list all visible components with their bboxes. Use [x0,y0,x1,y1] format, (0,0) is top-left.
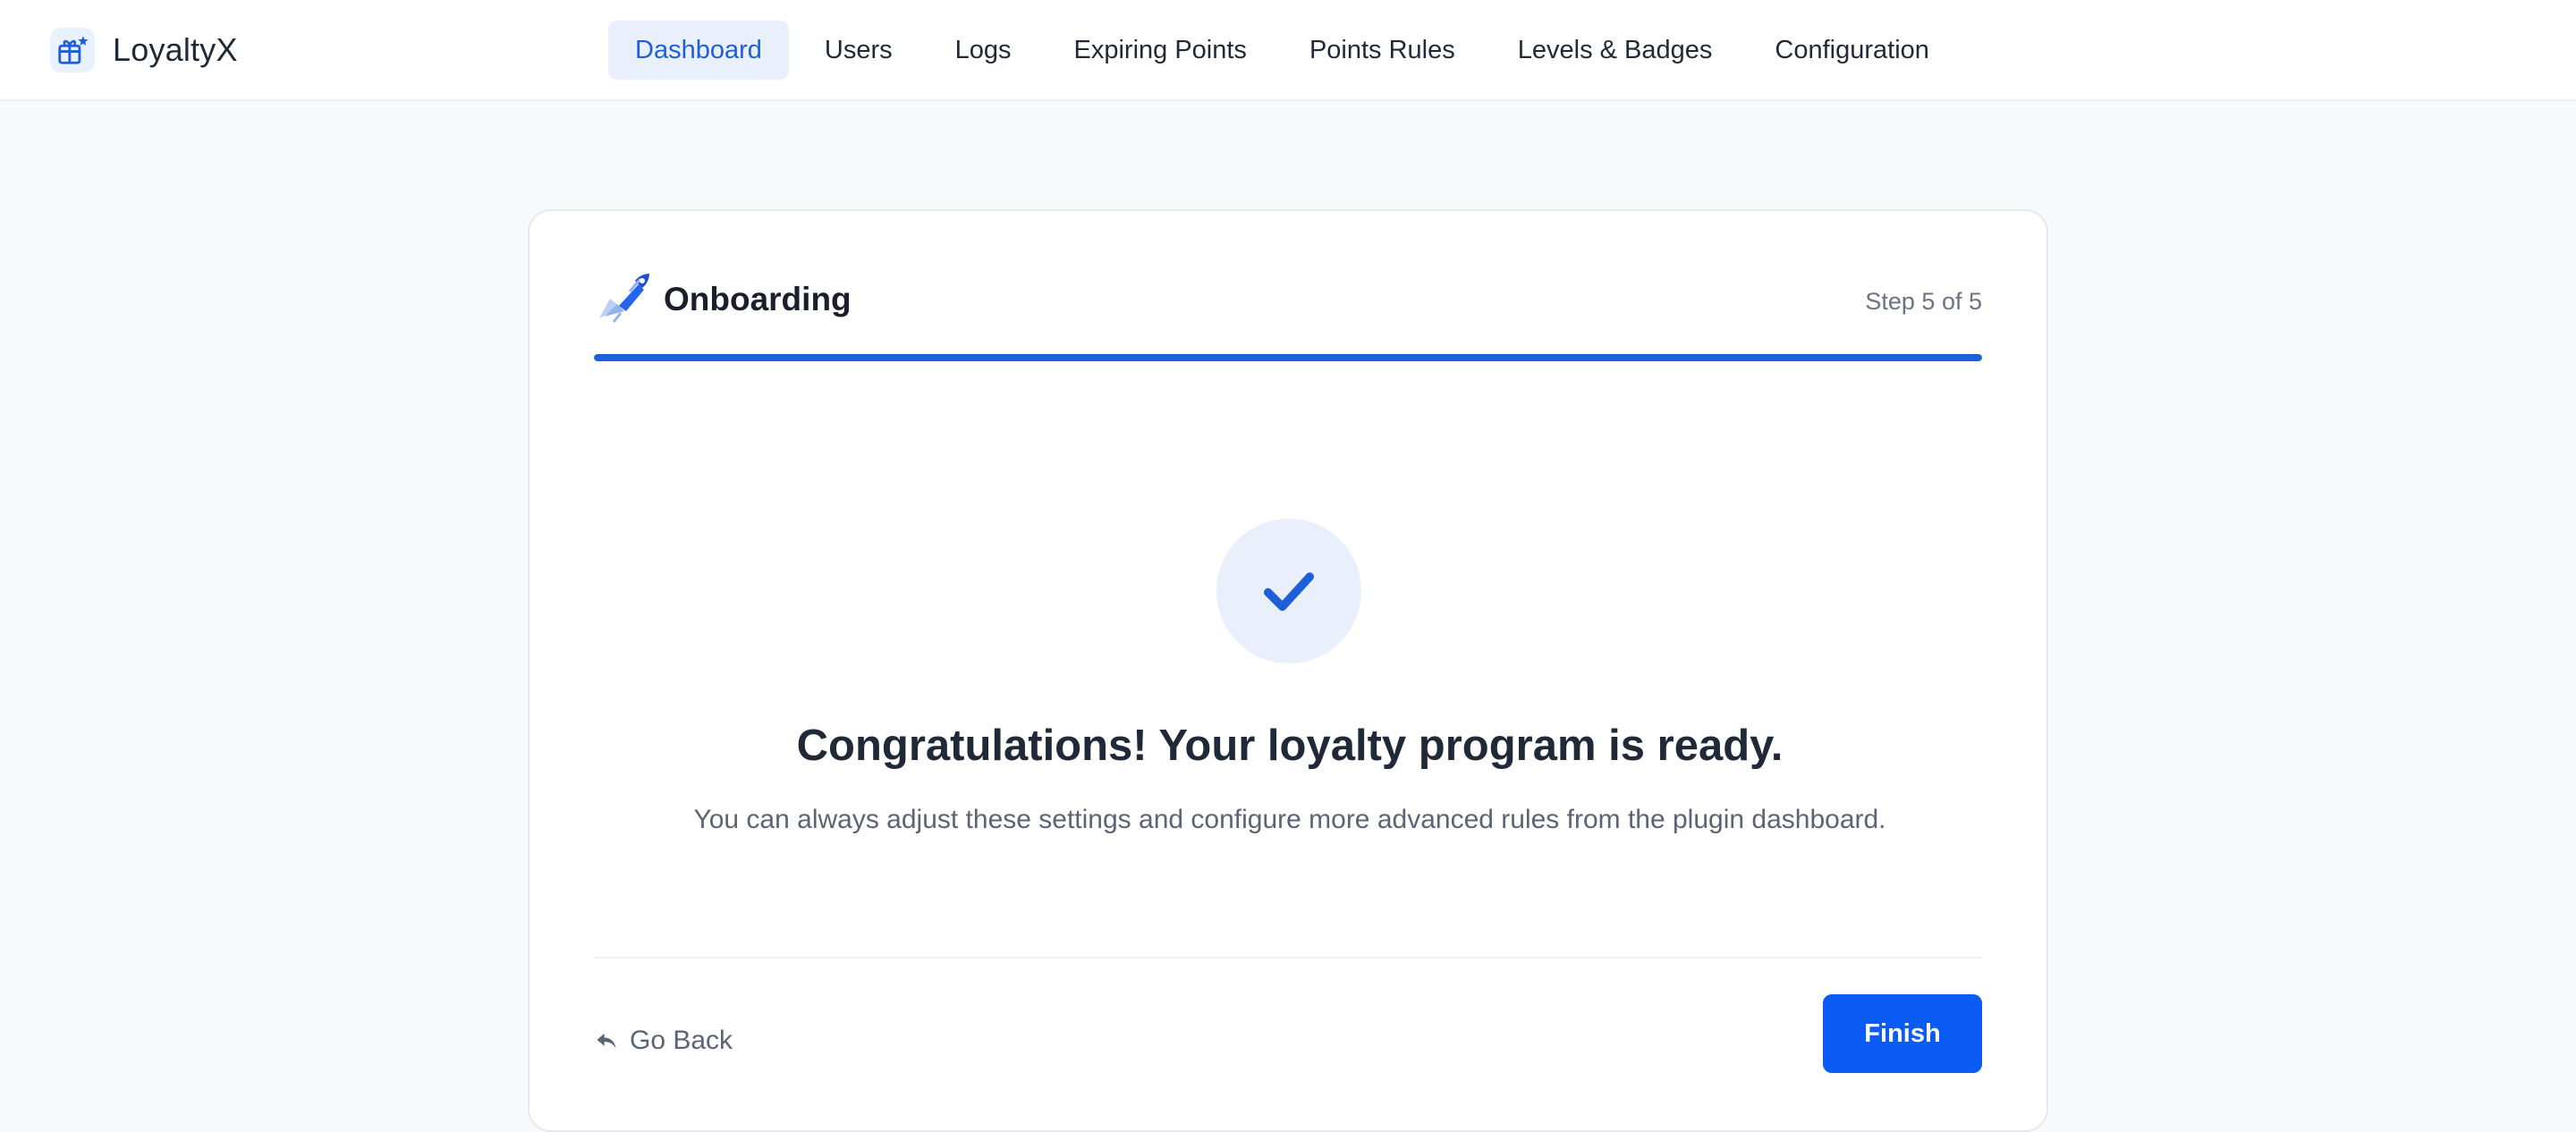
brand-name: LoyaltyX [113,31,238,68]
onboarding-card: Onboarding Step 5 of 5 Congratulations! … [528,209,2048,1132]
check-icon [1264,572,1314,612]
progress-bar [594,354,1982,361]
go-back-button[interactable]: Go Back [594,1014,733,1068]
main-nav: Dashboard Users Logs Expiring Points Poi… [608,21,1965,80]
go-back-label: Go Back [630,1026,733,1055]
success-badge [1216,519,1361,663]
onboarding-header: Onboarding Step 5 of 5 [594,272,1982,329]
step-indicator: Step 5 of 5 [1865,288,1982,315]
brand[interactable]: LoyaltyX [50,23,238,77]
success-description: You can always adjust these settings and… [693,805,1886,834]
nav-item-points-rules[interactable]: Points Rules [1283,21,1482,80]
reply-arrow-icon [597,1033,616,1049]
top-navigation-bar: LoyaltyX Dashboard Users Logs Expiring P… [0,0,2576,101]
nav-item-logs[interactable]: Logs [928,21,1038,80]
nav-item-dashboard[interactable]: Dashboard [608,21,789,80]
onboarding-title: Onboarding [664,281,852,317]
nav-item-users[interactable]: Users [798,21,919,80]
nav-item-expiring-points[interactable]: Expiring Points [1047,21,1274,80]
finish-button[interactable]: Finish [1823,994,1982,1073]
footer-divider [594,957,1982,959]
gift-icon [50,28,95,72]
rocket-icon [594,272,653,325]
nav-item-configuration[interactable]: Configuration [1748,21,1956,80]
success-headline: Congratulations! Your loyalty program is… [796,722,1784,770]
nav-item-levels-badges[interactable]: Levels & Badges [1491,21,1740,80]
progress-fill [594,354,1982,361]
